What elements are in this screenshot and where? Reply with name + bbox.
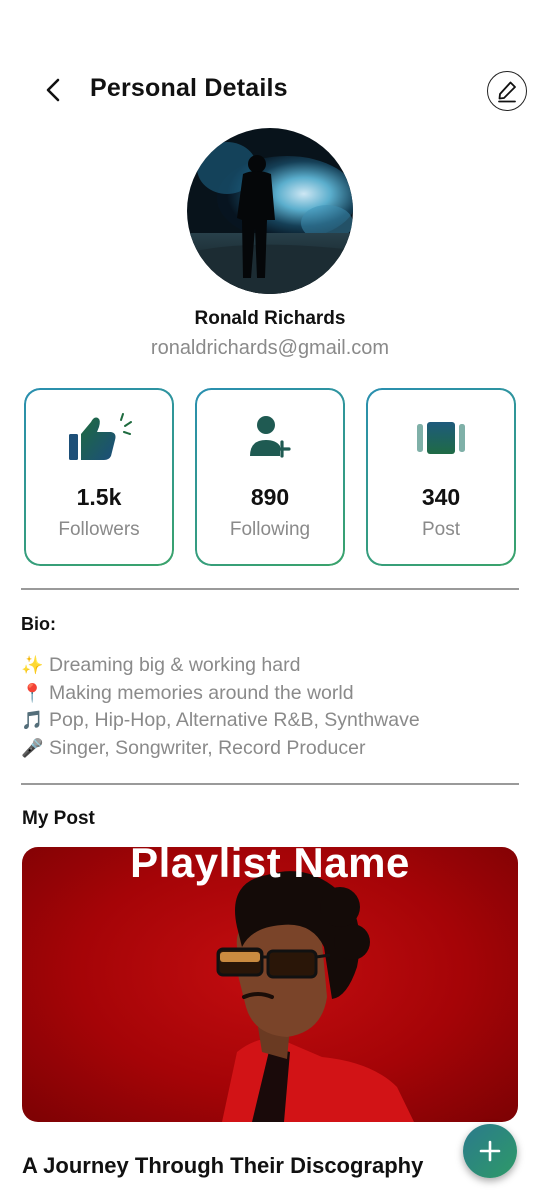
- back-button[interactable]: [36, 72, 72, 108]
- pencil-icon: [498, 81, 516, 103]
- bio-text: Making memories around the world: [49, 681, 354, 704]
- bio-line: ✨ Dreaming big & working hard: [21, 652, 521, 680]
- add-post-button[interactable]: [463, 1124, 517, 1178]
- divider: [21, 783, 519, 785]
- bio-line: 🎤 Singer, Songwriter, Record Producer: [21, 735, 521, 763]
- carousel-icon: [368, 412, 514, 464]
- add-user-icon: [197, 412, 343, 464]
- edit-button[interactable]: [487, 71, 527, 111]
- profile-photo: [187, 128, 353, 294]
- following-card[interactable]: 890 Following: [196, 389, 344, 565]
- post-caption: A Journey Through Their Discography: [22, 1153, 424, 1178]
- music-note-icon: 🎵: [21, 710, 44, 730]
- following-label: Following: [229, 519, 311, 540]
- post-card[interactable]: Playlist Name: [22, 847, 518, 1122]
- bio-text: Singer, Songwriter, Record Producer: [49, 736, 366, 759]
- posts-card[interactable]: 340 Post: [367, 389, 515, 565]
- followers-card[interactable]: 1.5k Followers: [25, 389, 173, 565]
- thumbs-up-icon: [26, 412, 172, 464]
- bio-text: Dreaming big & working hard: [49, 654, 301, 676]
- bio-line: 📍 Making memories around the world: [21, 680, 521, 708]
- avatar[interactable]: [187, 128, 353, 294]
- my-post-title: My Post: [22, 808, 95, 829]
- divider: [21, 588, 519, 590]
- posts-count: 340: [421, 484, 461, 510]
- bio-list: ✨ Dreaming big & working hard 📍 Making mem…: [21, 652, 521, 762]
- posts-label: Post: [421, 519, 461, 540]
- user-email: ronaldrichards@gmail.com: [150, 337, 390, 359]
- bio-title: Bio:: [21, 614, 56, 634]
- followers-count: 1.5k: [76, 484, 122, 510]
- bio-text: Pop, Hip-Hop, Alternative R&B, Synthwave: [49, 709, 420, 731]
- user-name: Ronald Richards: [194, 308, 346, 329]
- following-count: 890: [250, 484, 290, 510]
- chevron-left-icon: [46, 78, 60, 102]
- page-title: Personal Details: [90, 74, 288, 102]
- followers-label: Followers: [58, 519, 140, 540]
- post-image-title: Playlist Name: [130, 847, 410, 886]
- post-image: [216, 871, 414, 1122]
- sparkles-icon: ✨: [21, 655, 44, 675]
- microphone-icon: 🎤: [21, 737, 44, 758]
- app-header: Personal Details: [0, 62, 540, 118]
- plus-icon: [479, 1140, 501, 1162]
- bio-line: 🎵 Pop, Hip-Hop, Alternative R&B, Synthwav…: [21, 707, 521, 735]
- pin-icon: 📍: [21, 682, 44, 703]
